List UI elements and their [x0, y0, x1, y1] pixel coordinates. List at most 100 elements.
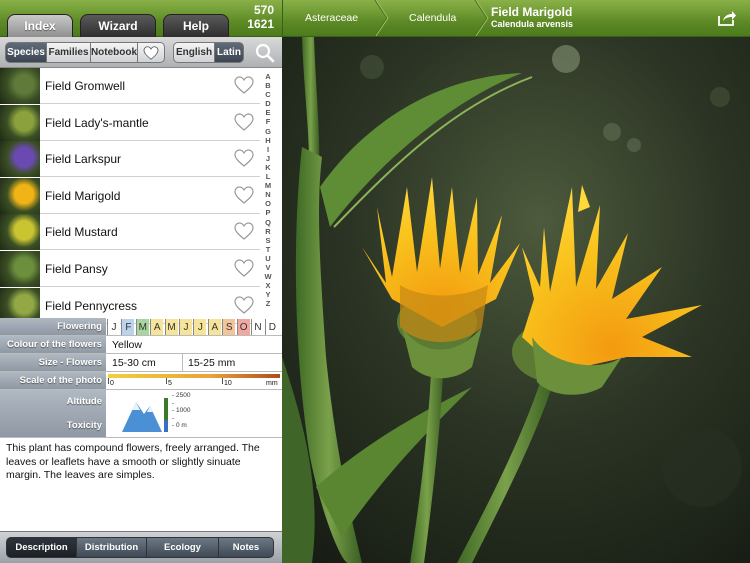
- altitude-tick: -: [172, 399, 175, 407]
- favorite-button[interactable]: [234, 259, 254, 277]
- favorite-button[interactable]: [234, 76, 254, 94]
- list-item[interactable]: Field Pansy: [0, 251, 260, 287]
- alphabet-letter[interactable]: Y: [261, 290, 275, 299]
- species-latin-name: Calendula arvensis: [491, 19, 574, 29]
- list-item[interactable]: Field Lady's-mantle: [0, 104, 260, 141]
- count-shown: 570: [253, 3, 274, 17]
- language-english[interactable]: English: [173, 42, 215, 63]
- alphabet-letter[interactable]: D: [261, 99, 275, 108]
- alphabet-letter[interactable]: F: [261, 117, 275, 126]
- tab-help[interactable]: Help: [163, 14, 229, 37]
- alphabet-letter[interactable]: O: [261, 199, 275, 208]
- alphabet-letter[interactable]: I: [261, 145, 275, 154]
- breadcrumb-family[interactable]: Asteraceae: [305, 0, 358, 36]
- alphabet-letter[interactable]: T: [261, 245, 275, 254]
- heart-icon: [143, 45, 159, 60]
- species-thumbnail: [0, 68, 40, 104]
- heart-icon: [234, 149, 254, 167]
- list-item[interactable]: Field Marigold: [0, 177, 260, 214]
- heart-icon: [234, 112, 254, 131]
- tab-description[interactable]: Description: [6, 537, 77, 558]
- bottom-tab-bar: Description Distribution Ecology Notes: [0, 531, 282, 563]
- species-list: Field Gromwell Field Lady's-mantle Field L…: [0, 68, 282, 324]
- alphabet-letter[interactable]: U: [261, 254, 275, 263]
- share-icon: [718, 11, 736, 26]
- species-name: Field Gromwell: [45, 79, 126, 93]
- tab-ecology[interactable]: Ecology: [146, 537, 219, 558]
- species-name: Field Lady's-mantle: [45, 115, 149, 130]
- alphabet-letter[interactable]: Z: [261, 299, 275, 308]
- species-name: Field Pansy: [45, 262, 108, 276]
- species-detail-panel: Asteraceae Calendula Field Marigold Cale…: [282, 0, 750, 563]
- altitude-toxicity-labels: Altitude Toxicity: [0, 390, 106, 437]
- species-thumbnail: [0, 104, 40, 141]
- alphabet-letter[interactable]: L: [261, 172, 275, 181]
- species-thumbnail: [0, 141, 40, 178]
- altitude-toxicity-row: Altitude Toxicity - 2500 - - 1000 - - 0 …: [0, 390, 282, 438]
- alphabet-letter[interactable]: N: [261, 190, 275, 199]
- tab-notes[interactable]: Notes: [218, 537, 274, 558]
- favorite-button[interactable]: [234, 112, 254, 131]
- favorite-button[interactable]: [234, 186, 254, 204]
- alphabet-index[interactable]: ABCDEFGHIJKLMNOPQRSTUVWXYZ: [261, 72, 275, 308]
- alphabet-letter[interactable]: R: [261, 227, 275, 236]
- list-item[interactable]: Field Larkspur: [0, 141, 260, 178]
- alphabet-letter[interactable]: A: [261, 72, 275, 81]
- size-plant-value: 15-30 cm: [112, 357, 156, 369]
- scale-tick: [222, 378, 223, 384]
- tab-wizard[interactable]: Wizard: [80, 14, 156, 37]
- favorite-button[interactable]: [234, 222, 254, 241]
- heart-icon: [234, 186, 254, 204]
- filter-notebook[interactable]: Notebook: [90, 42, 138, 63]
- tab-bar: Index Wizard Help 570 1621: [0, 0, 282, 37]
- species-name: Field Pennycress: [45, 298, 138, 313]
- tab-distribution[interactable]: Distribution: [76, 537, 147, 558]
- filter-species[interactable]: Species: [5, 42, 47, 63]
- breadcrumb-genus[interactable]: Calendula: [409, 0, 456, 36]
- language-latin[interactable]: Latin: [214, 42, 244, 63]
- share-button[interactable]: [717, 9, 737, 27]
- alphabet-letter[interactable]: W: [261, 272, 275, 281]
- flowering-month: J: [107, 319, 120, 335]
- species-name: Field Larkspur: [45, 152, 122, 167]
- scale-tick: [108, 378, 109, 384]
- alphabet-letter[interactable]: H: [261, 136, 275, 145]
- colour-row: Colour of the flowers Yellow: [0, 336, 282, 354]
- alphabet-letter[interactable]: C: [261, 90, 275, 99]
- search-button[interactable]: [254, 43, 276, 63]
- species-photo[interactable]: [282, 37, 750, 563]
- alphabet-letter[interactable]: K: [261, 163, 275, 172]
- species-counter: 570 1621: [247, 3, 274, 31]
- tab-index[interactable]: Index: [7, 14, 73, 37]
- flowering-month: J: [179, 319, 192, 335]
- alphabet-letter[interactable]: S: [261, 236, 275, 245]
- filter-favorites[interactable]: [137, 42, 165, 63]
- alphabet-letter[interactable]: V: [261, 263, 275, 272]
- flowering-month: M: [135, 319, 149, 335]
- alphabet-letter[interactable]: Q: [261, 218, 275, 227]
- favorite-button[interactable]: [234, 149, 254, 167]
- flowering-month: A: [207, 319, 221, 335]
- alphabet-letter[interactable]: E: [261, 108, 275, 117]
- list-item[interactable]: Field Mustard: [0, 214, 260, 251]
- colour-value: Yellow: [112, 339, 142, 351]
- toxicity-label: Toxicity: [66, 419, 102, 431]
- species-thumbnail: [0, 214, 40, 251]
- filter-families[interactable]: Families: [46, 42, 91, 63]
- heart-icon: [234, 222, 254, 241]
- alphabet-letter[interactable]: X: [261, 281, 275, 290]
- description-text: This plant has compound flowers, freely …: [6, 442, 260, 481]
- alphabet-letter[interactable]: G: [261, 127, 275, 136]
- alphabet-letter[interactable]: P: [261, 208, 275, 217]
- list-item[interactable]: Field Gromwell: [0, 68, 260, 104]
- species-thumbnail: [0, 251, 40, 287]
- favorite-button[interactable]: [234, 295, 254, 314]
- alphabet-letter[interactable]: M: [261, 181, 275, 190]
- flowering-month: D: [265, 319, 279, 335]
- breadcrumb: Asteraceae Calendula Field Marigold Cale…: [282, 0, 750, 37]
- alphabet-letter[interactable]: B: [261, 81, 275, 90]
- search-icon: [255, 43, 275, 63]
- flowering-month: N: [251, 319, 264, 335]
- species-name: Field Mustard: [45, 225, 118, 240]
- alphabet-letter[interactable]: J: [261, 154, 275, 163]
